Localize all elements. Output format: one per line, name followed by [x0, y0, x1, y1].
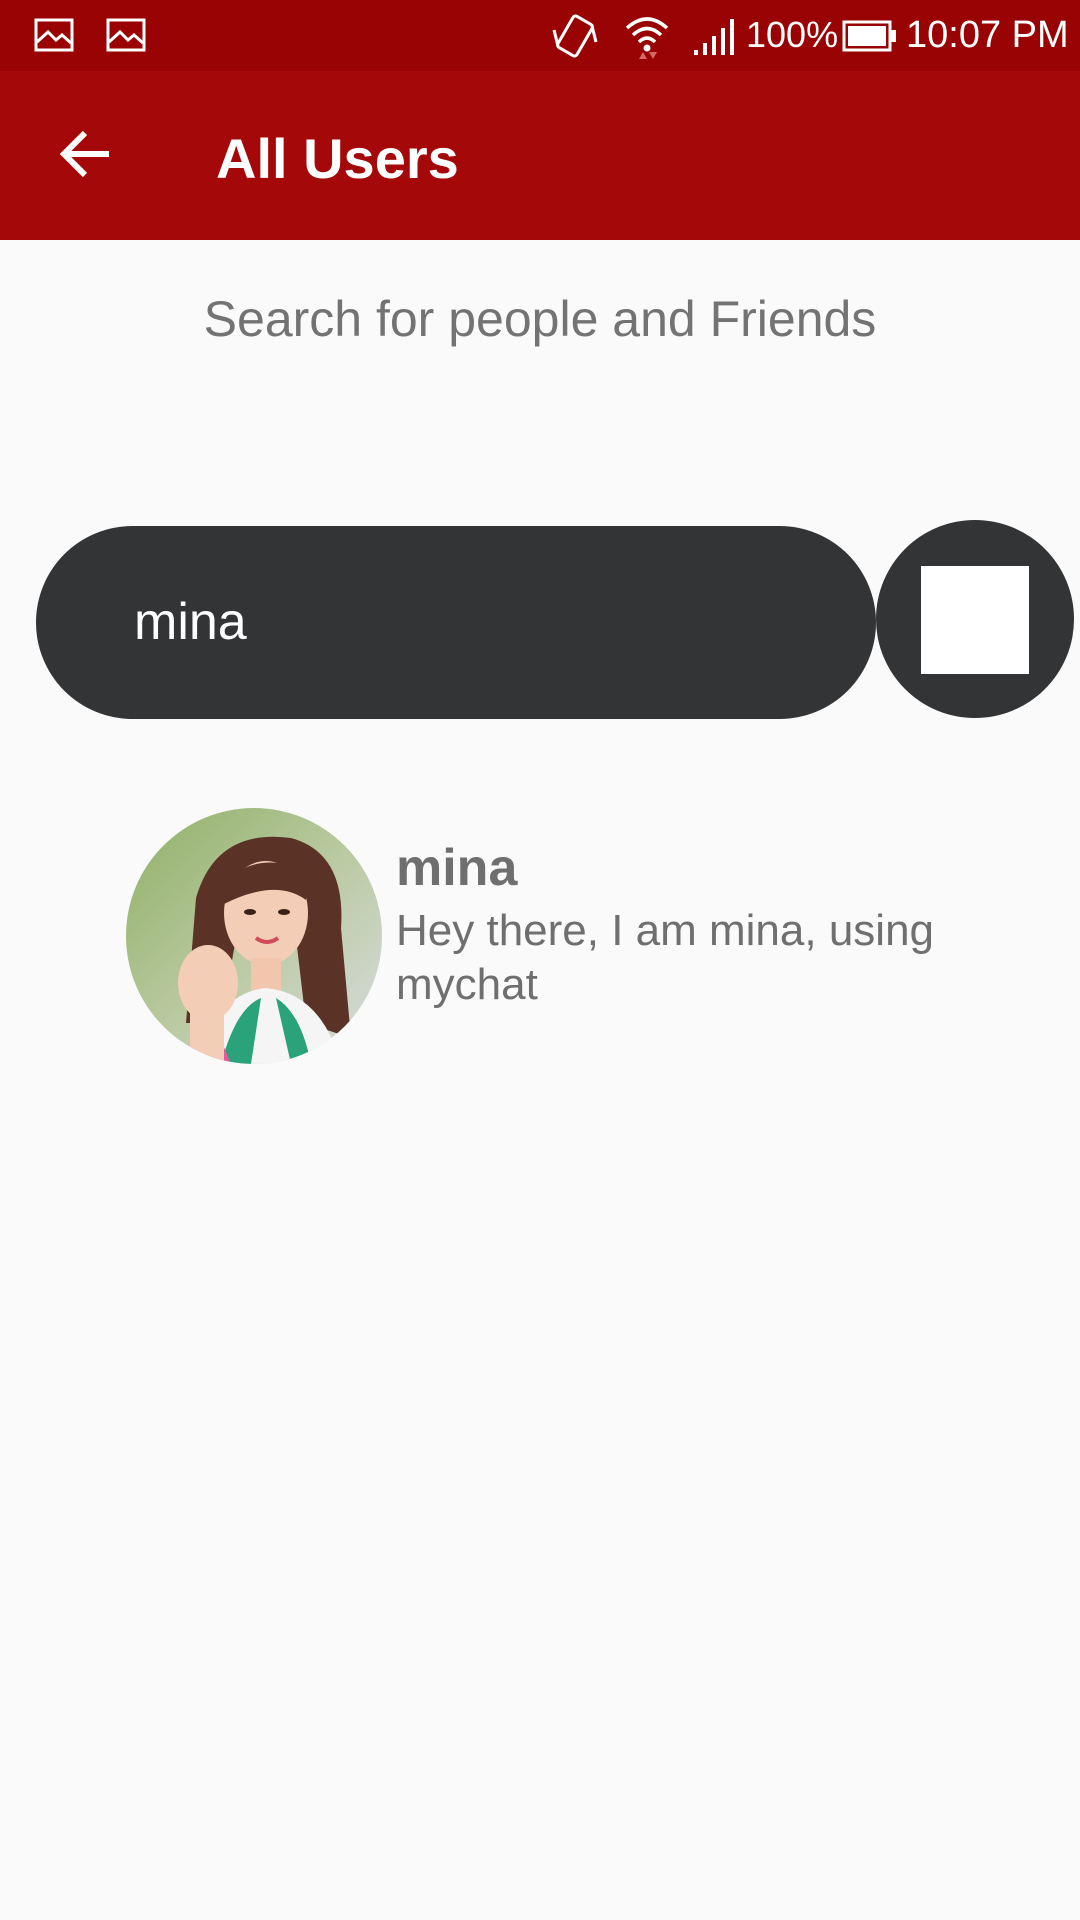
- vibrate-icon: [550, 12, 600, 65]
- clock: 10:07 PM: [906, 14, 1069, 56]
- search-subtitle: Search for people and Friends: [203, 291, 877, 347]
- back-button[interactable]: [40, 111, 130, 201]
- wifi-icon: [624, 12, 670, 65]
- user-status: Hey there, I am mina, using mychat: [396, 906, 935, 1009]
- user-name: mina: [396, 839, 518, 897]
- arrow-left-icon: [59, 129, 111, 184]
- search-bar: [36, 526, 876, 719]
- battery-percent: 100%: [746, 14, 839, 55]
- user-avatar: [126, 808, 382, 1064]
- user-list-item[interactable]: mina Hey there, I am mina, using mychat: [120, 800, 1040, 1070]
- image-icon: [106, 18, 146, 52]
- status-bar: 100% 10:07 PM: [0, 0, 1080, 71]
- battery-icon: [842, 20, 898, 57]
- image-icon: [34, 18, 74, 52]
- square-icon: [921, 566, 1029, 674]
- page-title: All Users: [216, 127, 459, 190]
- search-button[interactable]: [876, 520, 1074, 718]
- app-bar: All Users: [0, 71, 1080, 240]
- signal-icon: [692, 16, 738, 61]
- search-input[interactable]: [132, 566, 836, 678]
